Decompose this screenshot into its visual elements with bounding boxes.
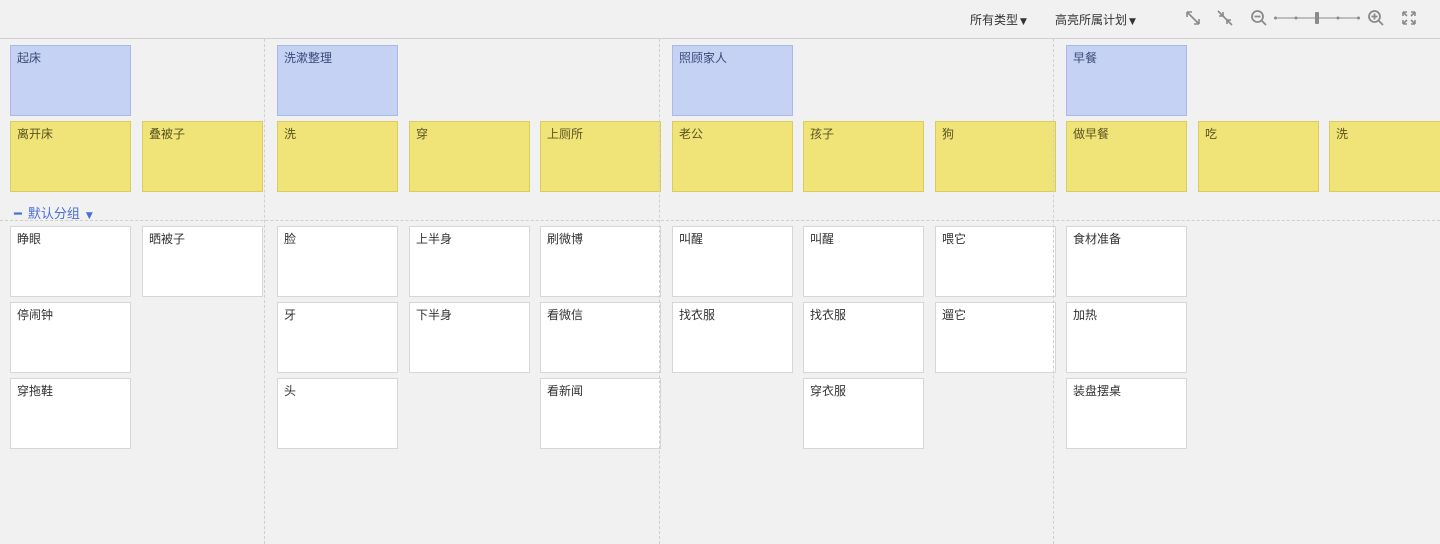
story-card[interactable]: 刷微博 [540,226,661,297]
step-card[interactable]: 穿 [409,121,530,192]
expand-icon[interactable] [1184,9,1202,27]
story-card[interactable]: 看微信 [540,302,661,373]
zoom-slider[interactable] [1274,10,1360,26]
story-card[interactable]: 停闹钟 [10,302,131,373]
story-map-board: ━ 默认分组 ▼ 起床 离开床 睁眼 停闹钟 穿拖鞋 叠被子 晒被子 洗漱整理洗脸牙头穿上半身 下半… [0,39,1440,544]
step-card[interactable]: 洗 [1329,121,1440,192]
chevron-down-icon: ▼ [1020,17,1027,27]
story-card[interactable]: 下半身 [409,302,530,373]
activity-divider [264,39,265,544]
step-card[interactable]: 做早餐 [1066,121,1187,192]
story-card[interactable]: 喂它 [935,226,1056,297]
zoom-out-icon[interactable] [1250,9,1268,27]
chevron-down-icon: ▼ [85,211,93,221]
activity-divider [659,39,660,544]
activity-card[interactable]: 照顾家人 [672,45,793,116]
step-card[interactable]: 狗 [935,121,1056,192]
collapse-minus-icon: ━ [14,207,22,222]
story-card[interactable]: 加热 [1066,302,1187,373]
story-card[interactable]: 看新闻 [540,378,661,449]
story-card[interactable]: 头 [277,378,398,449]
activity-card[interactable]: 早餐 [1066,45,1187,116]
story-card[interactable]: 装盘摆桌 [1066,378,1187,449]
story-card[interactable]: 叫醒 [672,226,793,297]
story-card[interactable]: 晒被子 [142,226,263,297]
activity-divider [1053,39,1054,544]
chevron-down-icon: ▼ [1129,17,1136,27]
type-filter-dropdown[interactable]: 所有类型 ▼ [970,11,1027,28]
step-card[interactable]: 孩子 [803,121,924,192]
story-card[interactable]: 找衣服 [672,302,793,373]
type-filter-label: 所有类型 [970,13,1019,27]
step-card[interactable]: 洗 [277,121,398,192]
default-group-toggle[interactable]: ━ 默认分组 ▼ [14,203,93,222]
step-card[interactable]: 叠被子 [142,121,263,192]
story-card[interactable]: 上半身 [409,226,530,297]
story-card[interactable]: 脸 [277,226,398,297]
story-card[interactable]: 食材准备 [1066,226,1187,297]
story-card[interactable]: 叫醒 [803,226,924,297]
story-card[interactable]: 遛它 [935,302,1056,373]
story-card[interactable]: 找衣服 [803,302,924,373]
step-card[interactable]: 吃 [1198,121,1319,192]
group-label: 默认分组 [27,207,80,222]
fullscreen-icon[interactable] [1400,9,1418,27]
toolbar: 所有类型 ▼ 高亮所属计划 ▼ [0,0,1440,39]
story-card[interactable]: 牙 [277,302,398,373]
activity-card[interactable]: 起床 [10,45,131,116]
activity-card[interactable]: 洗漱整理 [277,45,398,116]
step-card[interactable]: 老公 [672,121,793,192]
zoom-in-icon[interactable] [1367,9,1385,27]
group-divider [0,220,1440,221]
collapse-icon[interactable] [1216,9,1234,27]
step-card[interactable]: 上厕所 [540,121,661,192]
step-card[interactable]: 离开床 [10,121,131,192]
highlight-filter-label: 高亮所属计划 [1055,13,1128,27]
story-card[interactable]: 睁眼 [10,226,131,297]
highlight-filter-dropdown[interactable]: 高亮所属计划 ▼ [1055,11,1136,28]
story-card[interactable]: 穿拖鞋 [10,378,131,449]
story-card[interactable]: 穿衣服 [803,378,924,449]
